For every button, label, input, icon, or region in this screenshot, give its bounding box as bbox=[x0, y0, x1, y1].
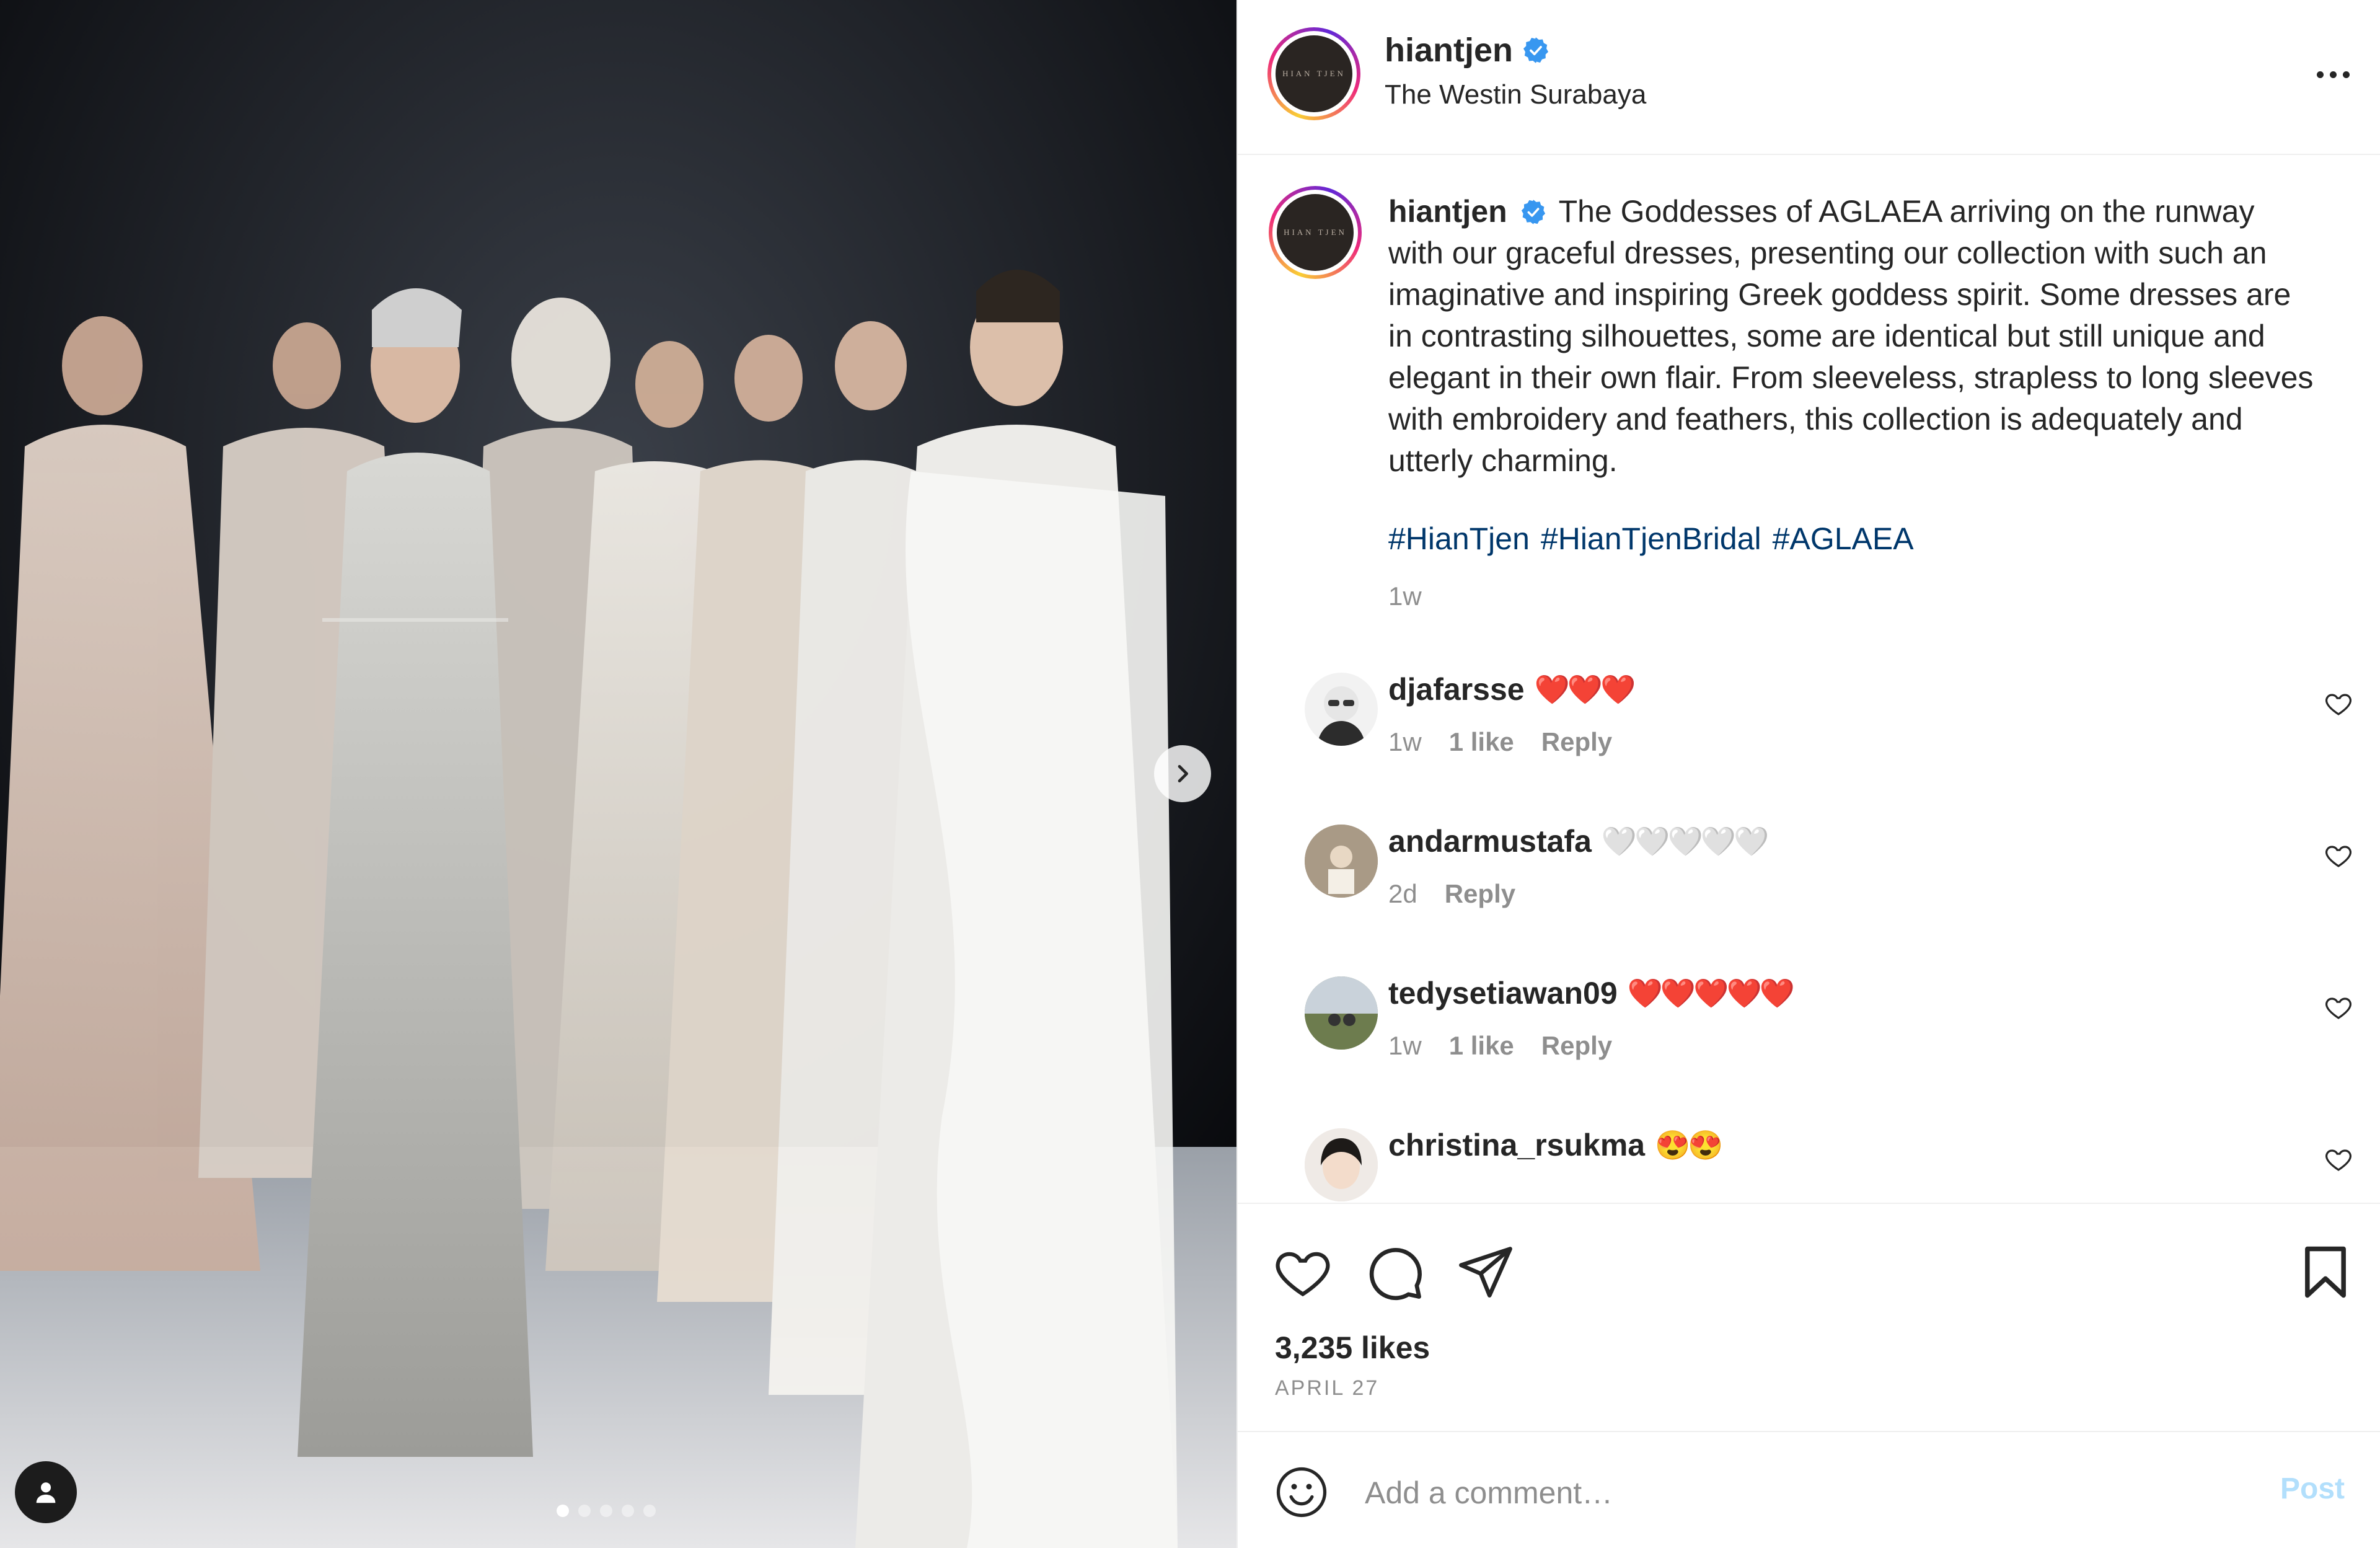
post-location[interactable]: The Westin Surabaya bbox=[1385, 79, 1646, 110]
post-date: APRIL 27 bbox=[1275, 1376, 1380, 1400]
post-comment-button[interactable]: Post bbox=[2280, 1472, 2345, 1506]
comment-text: 😍😍 bbox=[1655, 1128, 1724, 1161]
verified-badge-icon bbox=[1521, 200, 1545, 224]
commenter-avatar[interactable] bbox=[1305, 825, 1378, 898]
user-tag-icon bbox=[36, 1482, 56, 1503]
author-avatar[interactable]: HIAN TJEN bbox=[1267, 27, 1360, 120]
carousel-dot bbox=[643, 1505, 656, 1517]
post-photo[interactable] bbox=[0, 0, 1236, 1548]
author-username-text: hiantjen bbox=[1385, 32, 1514, 69]
runway-photo-illustration bbox=[0, 0, 1236, 1548]
comment-meta: 1w 1 like Reply bbox=[1388, 1031, 1612, 1061]
post-actions: 3,235 likes APRIL 27 bbox=[1238, 1203, 2380, 1432]
comment-icon[interactable] bbox=[1364, 1241, 1426, 1303]
comment-text: ❤️❤️❤️❤️❤️ bbox=[1627, 976, 1795, 1009]
add-comment-bar: Post bbox=[1238, 1433, 2380, 1548]
caption-username[interactable]: hiantjen bbox=[1388, 194, 1507, 229]
likes-count[interactable]: 3,235 likes bbox=[1275, 1330, 1430, 1366]
comment-time[interactable]: 1w bbox=[1388, 1031, 1422, 1061]
tagged-users-button[interactable] bbox=[15, 1461, 77, 1523]
comment-text: 🤍🤍🤍🤍🤍 bbox=[1601, 825, 1769, 857]
commenter-avatar[interactable] bbox=[1305, 673, 1378, 746]
caption-avatar[interactable]: HIAN TJEN bbox=[1269, 186, 1362, 279]
comment-likes[interactable]: 1 like bbox=[1449, 727, 1514, 757]
heart-icon[interactable] bbox=[1272, 1241, 1334, 1303]
comment-like-heart-icon[interactable] bbox=[2324, 1144, 2353, 1174]
reply-button[interactable]: Reply bbox=[1445, 879, 1515, 909]
avatar-logo-text: HIAN TJEN bbox=[1284, 228, 1347, 237]
commenter-username[interactable]: djafarsse ❤️❤️❤️ bbox=[1388, 671, 1636, 707]
reply-button[interactable]: Reply bbox=[1541, 727, 1612, 757]
comment-time[interactable]: 1w bbox=[1388, 727, 1422, 757]
carousel-dot bbox=[578, 1505, 591, 1517]
more-options-button[interactable] bbox=[2305, 56, 2361, 93]
caption-timestamp[interactable]: 1w bbox=[1388, 582, 1422, 611]
more-horizontal-icon bbox=[2316, 71, 2324, 78]
commenter-username-text: tedysetiawan09 bbox=[1388, 976, 1618, 1011]
post-header: HIAN TJEN hiantjen The Westin Surabaya bbox=[1238, 0, 2380, 155]
send-icon[interactable] bbox=[1455, 1241, 1517, 1303]
emoji-smiley-icon[interactable] bbox=[1274, 1464, 1329, 1520]
commenter-username[interactable]: andarmustafa 🤍🤍🤍🤍🤍 bbox=[1388, 823, 1769, 859]
commenter-username[interactable]: tedysetiawan09 ❤️❤️❤️❤️❤️ bbox=[1388, 975, 1795, 1011]
carousel-next-button[interactable] bbox=[1154, 745, 1211, 802]
comment-item: djafarsse ❤️❤️❤️ 1w 1 like Reply bbox=[1238, 671, 2380, 795]
comment-meta: 1w 1 like Reply bbox=[1388, 727, 1612, 757]
carousel-dot bbox=[600, 1505, 612, 1517]
post-side-panel: HIAN TJEN hiantjen The Westin Surabaya H… bbox=[1236, 0, 2380, 1548]
comment-item: andarmustafa 🤍🤍🤍🤍🤍 2d Reply bbox=[1238, 823, 2380, 947]
verified-badge-icon bbox=[1523, 37, 1549, 63]
hashtag-link[interactable]: #AGLAEA bbox=[1773, 521, 1914, 557]
caption-hashtags: #HianTjen #HianTjenBridal #AGLAEA bbox=[1388, 521, 1914, 557]
comment-time[interactable]: 2d bbox=[1388, 879, 1417, 909]
carousel-dot bbox=[622, 1505, 634, 1517]
commenter-username-text: djafarsse bbox=[1388, 672, 1525, 707]
comment-meta: 2d Reply bbox=[1388, 879, 1515, 909]
carousel-dot bbox=[557, 1505, 569, 1517]
hashtag-link[interactable]: #HianTjenBridal bbox=[1541, 521, 1761, 557]
caption-text: The Goddesses of AGLAEA arriving on the … bbox=[1388, 194, 2314, 478]
avatar-logo-text: HIAN TJEN bbox=[1282, 69, 1346, 78]
comment-item: tedysetiawan09 ❤️❤️❤️❤️❤️ 1w 1 like Reply bbox=[1238, 975, 2380, 1099]
commenter-username[interactable]: christina_rsukma 😍😍 bbox=[1388, 1127, 1724, 1163]
comment-like-heart-icon[interactable] bbox=[2324, 993, 2353, 1022]
commenter-username-text: andarmustafa bbox=[1388, 824, 1592, 859]
add-comment-input[interactable] bbox=[1365, 1469, 2202, 1516]
instagram-post-view: HIAN TJEN hiantjen The Westin Surabaya H… bbox=[0, 0, 2380, 1548]
chevron-right-icon bbox=[1178, 765, 1188, 782]
comment-item: christina_rsukma 😍😍 bbox=[1238, 1127, 2380, 1201]
carousel-indicator bbox=[557, 1505, 656, 1517]
comment-text: ❤️❤️❤️ bbox=[1534, 673, 1636, 705]
comment-likes[interactable]: 1 like bbox=[1449, 1031, 1514, 1061]
author-username[interactable]: hiantjen bbox=[1385, 31, 1550, 69]
commenter-avatar[interactable] bbox=[1305, 1128, 1378, 1201]
hashtag-link[interactable]: #HianTjen bbox=[1388, 521, 1530, 557]
comment-like-heart-icon[interactable] bbox=[2324, 689, 2353, 719]
commenter-username-text: christina_rsukma bbox=[1388, 1128, 1646, 1162]
caption-body: hiantjen The Goddesses of AGLAEA arrivin… bbox=[1388, 191, 2318, 482]
reply-button[interactable]: Reply bbox=[1541, 1031, 1612, 1061]
commenter-avatar[interactable] bbox=[1305, 976, 1378, 1050]
comment-like-heart-icon[interactable] bbox=[2324, 841, 2353, 870]
bookmark-icon[interactable] bbox=[2294, 1241, 2356, 1303]
